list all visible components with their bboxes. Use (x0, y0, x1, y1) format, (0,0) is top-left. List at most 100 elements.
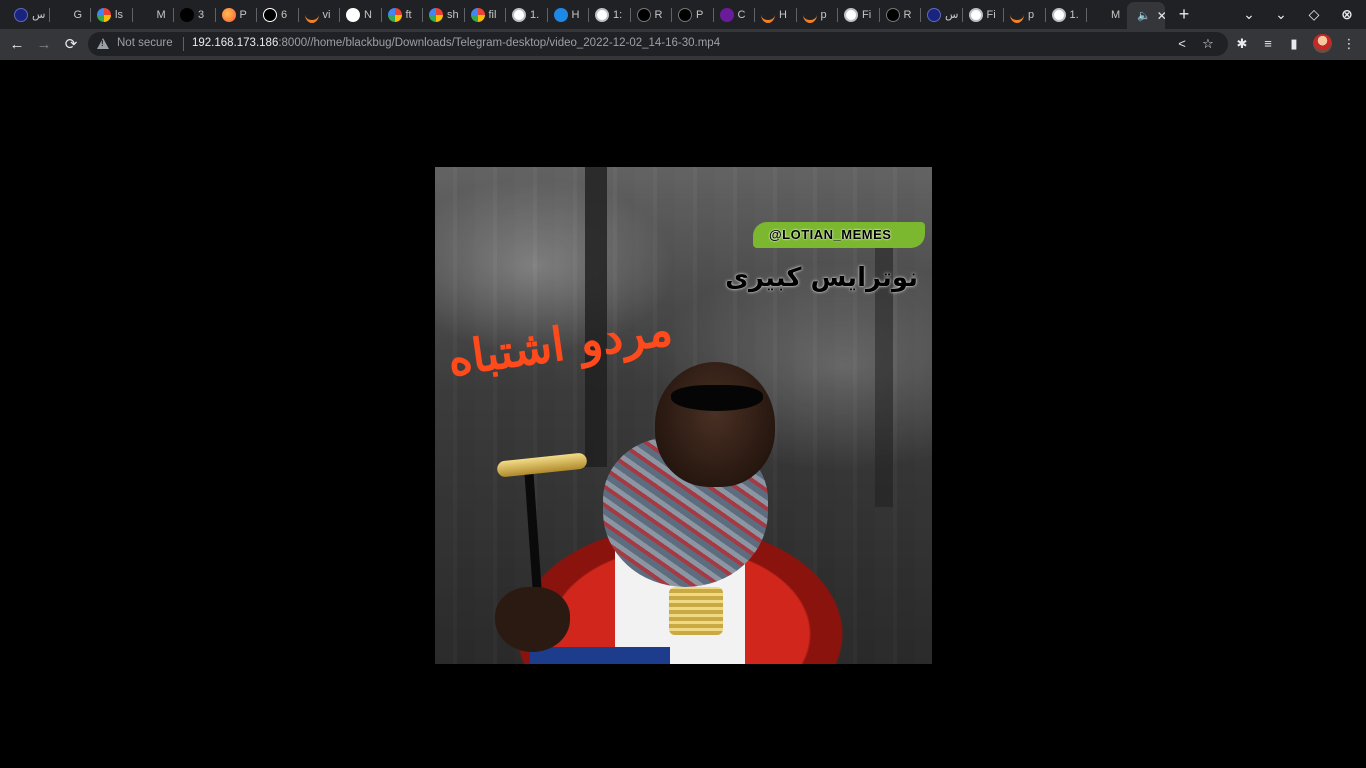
tab-label: p (820, 8, 827, 21)
dark-dot-icon (678, 7, 692, 22)
tab[interactable]: N (340, 4, 382, 25)
github-icon (346, 7, 360, 22)
tab[interactable]: G (50, 4, 92, 25)
tab-label: 1. (530, 8, 540, 21)
globe-icon (844, 7, 858, 22)
omnibox-divider (183, 37, 184, 51)
media-control-icon[interactable]: ≡ (1258, 34, 1278, 54)
new-tab-button[interactable]: + (1173, 4, 1195, 25)
close-tab-icon[interactable]: ✕ (1157, 9, 1165, 23)
dark-circle-icon (14, 7, 28, 22)
tab-label: N (364, 8, 372, 21)
tab-label: 1. (1069, 8, 1079, 21)
tab-label: M (1111, 8, 1121, 21)
tab[interactable]: p (1004, 4, 1046, 25)
stackoverflow-icon (1010, 6, 1024, 23)
tab-label: M (156, 8, 166, 21)
close-window-icon[interactable]: ⊗ (1336, 4, 1358, 25)
tab[interactable]: P (216, 4, 258, 25)
tab-label: G (73, 8, 83, 21)
minimize-icon[interactable]: ⌄ (1270, 4, 1292, 25)
tab[interactable]: P (672, 4, 714, 25)
tab[interactable]: 6 (257, 4, 299, 25)
media-viewer: @LOTIAN_MEMES نوترایس کبیری مردو اشتباه (0, 60, 1366, 768)
dark-dot-icon (885, 7, 900, 22)
tab-label: 6 (281, 8, 288, 21)
url-host: 192.168.173.186 (192, 37, 279, 49)
tab[interactable]: p (797, 4, 839, 25)
share-icon[interactable]: < (1173, 35, 1191, 53)
dark-dot-icon (636, 7, 651, 22)
video-person-jeans (530, 647, 670, 664)
back-button[interactable]: ← (5, 33, 29, 57)
caption-black-text: نوترایس کبیری (725, 263, 918, 293)
tab[interactable]: sh (423, 4, 465, 25)
forward-button[interactable]: → (32, 33, 56, 57)
tab-label: Fi (862, 8, 872, 21)
tab-label: ft (405, 8, 412, 21)
profile-avatar[interactable] (1313, 34, 1332, 53)
address-bar[interactable]: Not secure 192.168.173.186:8000//home/bl… (88, 32, 1228, 56)
speaker-icon[interactable]: 🔈 (1137, 9, 1151, 22)
tab[interactable]: 1. (506, 4, 548, 25)
menu-icon[interactable]: ⋮ (1339, 34, 1359, 54)
globe-icon (595, 7, 609, 22)
browser-toolbar: ← → ⟳ Not secure 192.168.173.186:8000//h… (0, 29, 1366, 60)
stackoverflow-icon (761, 6, 775, 23)
url-text[interactable]: 192.168.173.186:8000//home/blackbug/Down… (192, 37, 720, 49)
tab[interactable]: H (548, 4, 590, 25)
security-label[interactable]: Not secure (117, 37, 173, 49)
tab-label: س (32, 9, 46, 21)
video-person-head (655, 362, 775, 487)
tab[interactable]: س (921, 4, 963, 25)
google-icon (429, 7, 443, 22)
warning-icon[interactable] (97, 38, 109, 49)
tab[interactable]: M (1087, 4, 1129, 25)
side-panel-icon[interactable]: ▮ (1284, 34, 1304, 54)
tab-active-video[interactable]: 🔈 ✕ (1127, 2, 1165, 29)
extensions-icon[interactable]: ✱ (1232, 34, 1252, 54)
tab[interactable]: 1: (589, 4, 631, 25)
tab-label: 1: (613, 8, 623, 21)
reload-button[interactable]: ⟳ (59, 33, 83, 57)
tab-label: R (654, 8, 663, 21)
tab-favicon (1093, 8, 1107, 22)
tab[interactable]: R (631, 4, 673, 25)
tab-favicon (56, 8, 70, 22)
tab-search-icon[interactable]: ⌄ (1238, 4, 1260, 25)
tab-label: P (239, 8, 247, 21)
video-frame[interactable]: @LOTIAN_MEMES نوترایس کبیری مردو اشتباه (435, 167, 932, 664)
google-icon (470, 7, 485, 22)
info-icon (263, 7, 277, 22)
globe-icon (512, 7, 526, 22)
google-icon (387, 7, 402, 22)
tab-label: H (571, 8, 580, 21)
tab-label: R (903, 8, 912, 21)
globe-icon (1051, 7, 1066, 22)
stackoverflow-icon (304, 6, 319, 23)
tab[interactable]: vi (299, 4, 341, 25)
tab[interactable]: 3 (174, 4, 216, 25)
tab[interactable]: 1. (1046, 4, 1088, 25)
url-path: :8000//home/blackbug/Downloads/Telegram-… (278, 37, 721, 49)
tab[interactable]: ft (382, 4, 424, 25)
tab[interactable]: Fi (963, 4, 1005, 25)
tab[interactable]: M (133, 4, 175, 25)
tab[interactable]: س (8, 4, 50, 25)
purple-square-icon (719, 7, 734, 22)
tab-label: س (945, 9, 959, 21)
dark-circle-icon (927, 7, 941, 22)
tab[interactable]: ls (91, 4, 133, 25)
restore-icon[interactable]: ◇ (1303, 4, 1325, 25)
stackoverflow-icon (802, 6, 817, 23)
tab[interactable]: C (714, 4, 756, 25)
tab-label: H (779, 8, 787, 21)
tab[interactable]: fil (465, 4, 507, 25)
firefox-icon (221, 7, 236, 22)
bookmark-star-icon[interactable]: ☆ (1199, 35, 1217, 53)
tab[interactable]: R (880, 4, 922, 25)
tab[interactable]: Fi (838, 4, 880, 25)
tab[interactable]: H (755, 4, 797, 25)
leetcode-icon (553, 7, 568, 22)
globe-icon (968, 7, 983, 22)
